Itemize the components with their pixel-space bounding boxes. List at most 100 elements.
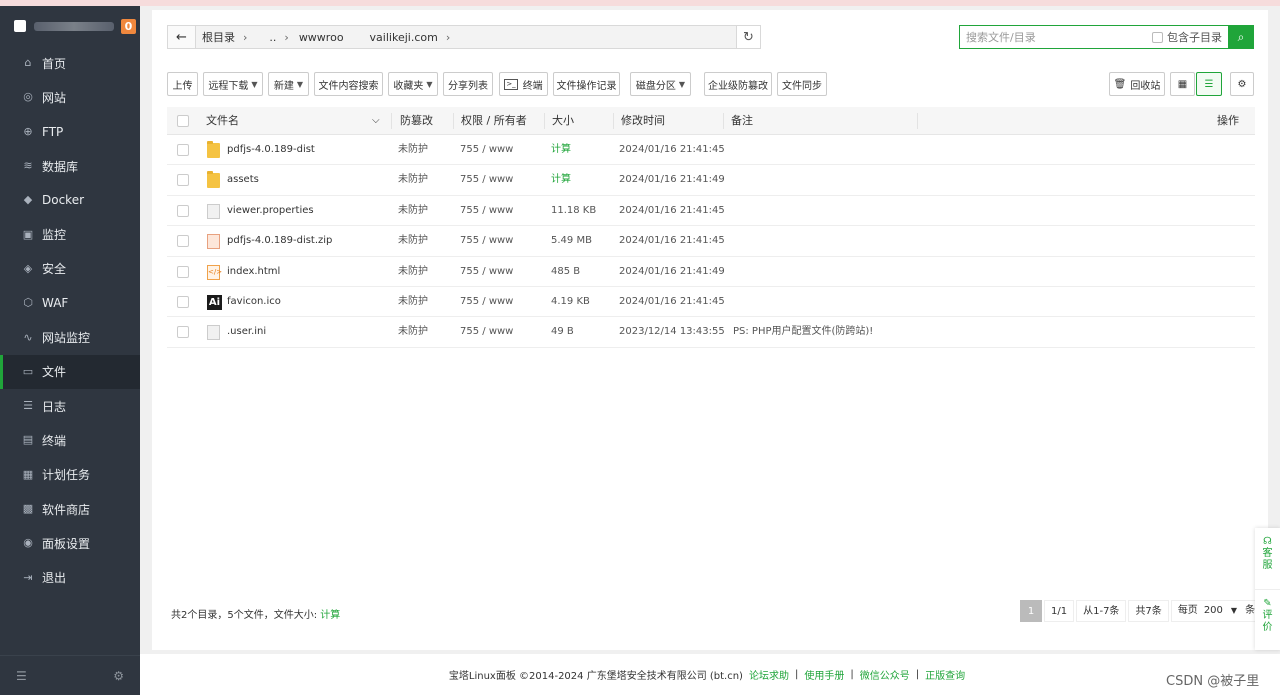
table-row[interactable]: assets 未防护 755 / www 计算 2024/01/16 21:41:49 [167, 165, 1255, 196]
file-name[interactable]: .user.ini [227, 317, 266, 347]
settings-button[interactable]: ⚙ [1230, 72, 1254, 96]
sidebar-item-5[interactable]: ▣ 监控 [0, 217, 140, 251]
permission[interactable]: 755 / www [460, 257, 513, 287]
checkbox[interactable] [1152, 31, 1163, 43]
sidebar-item-8[interactable]: ∿ 网站监控 [0, 320, 140, 354]
sidebar-item-15[interactable]: ⇥ 退出 [0, 560, 140, 594]
header-size[interactable]: 大小 [552, 107, 574, 135]
file-size[interactable]: 计算 [551, 135, 571, 165]
sidebar-item-1[interactable]: ◎ 网站 [0, 80, 140, 114]
gear-icon[interactable]: ⚙ [113, 669, 124, 683]
terminal-button[interactable]: >_ 终端 [499, 72, 548, 96]
sidebar-item-12[interactable]: ▦ 计划任务 [0, 458, 140, 492]
notification-badge[interactable]: 0 [121, 19, 136, 34]
floating-service: ☊ 客 服 ✎ 评 价 [1255, 528, 1280, 650]
tamper-proof-button[interactable]: 企业级防篡改 [704, 72, 772, 96]
sidebar-item-label: 安全 [42, 262, 67, 277]
content-search-button[interactable]: 文件内容搜索 [314, 72, 383, 96]
remote-download-button[interactable]: 远程下载 ▼ [203, 72, 263, 96]
favorites-button[interactable]: 收藏夹 ▼ [388, 72, 438, 96]
tamper-status[interactable]: 未防护 [398, 226, 428, 256]
review-button[interactable]: ✎ 评 价 [1255, 589, 1280, 650]
breadcrumb-seg3[interactable]: vailikeji.com › [370, 31, 451, 44]
file-name[interactable]: viewer.properties [227, 196, 314, 226]
page-current[interactable]: 1 [1020, 600, 1042, 622]
disk-partition-button[interactable]: 磁盘分区 ▼ [630, 72, 691, 96]
table-row[interactable]: Ai favicon.ico 未防护 755 / www 4.19 KB 2024/01/… [167, 287, 1255, 318]
row-checkbox[interactable] [177, 326, 189, 339]
row-checkbox[interactable] [177, 235, 189, 248]
permission[interactable]: 755 / www [460, 196, 513, 226]
chevron-down-icon[interactable]: ⌵ [372, 107, 380, 135]
search-input[interactable] [960, 27, 1150, 47]
permission[interactable]: 755 / www [460, 165, 513, 195]
table-row[interactable]: viewer.properties 未防护 755 / www 11.18 KB 202… [167, 196, 1255, 227]
calc-size-link[interactable]: 计算 [320, 610, 340, 621]
table-row[interactable]: pdfjs-4.0.189-dist 未防护 755 / www 计算 2024/01/… [167, 135, 1255, 166]
tamper-status[interactable]: 未防护 [398, 196, 428, 226]
row-checkbox[interactable] [177, 174, 189, 187]
path-bar[interactable]: ← 根目录 › .. › wwwroo vailikeji.com › ↻ [167, 25, 761, 49]
sidebar-item-13[interactable]: ▩ 软件商店 [0, 492, 140, 526]
list-view-button[interactable]: ☰ [1196, 72, 1222, 96]
sidebar-item-4[interactable]: ◆ Docker [0, 183, 140, 217]
file-name[interactable]: index.html [227, 257, 280, 287]
forum-link[interactable]: 论坛求助 [749, 667, 789, 682]
sidebar-item-7[interactable]: ⬡ WAF [0, 286, 140, 320]
license-link[interactable]: 正版查询 [925, 667, 965, 682]
share-list-button[interactable]: 分享列表 [443, 72, 493, 96]
operation-log-button[interactable]: 文件操作记录 [553, 72, 620, 96]
sidebar-item-6[interactable]: ◈ 安全 [0, 252, 140, 286]
file-size[interactable]: 计算 [551, 165, 571, 195]
permission[interactable]: 755 / www [460, 135, 513, 165]
breadcrumb-root[interactable]: 根目录 › [202, 29, 247, 45]
back-arrow-icon[interactable]: ← [168, 26, 196, 48]
customer-service-button[interactable]: ☊ 客 服 [1255, 528, 1280, 589]
header-mtime[interactable]: 修改时间 [621, 107, 665, 135]
sidebar-item-0[interactable]: ⌂ 首页 [0, 46, 140, 80]
header-perm: 权限 / 所有者 [461, 114, 527, 127]
file-name[interactable]: pdfjs-4.0.189-dist [227, 135, 315, 165]
per-page-select[interactable]: 每页 200 ▼ 条 [1170, 600, 1263, 622]
table-row[interactable]: pdfjs-4.0.189-dist.zip 未防护 755 / www 5.49 M… [167, 226, 1255, 257]
manual-link[interactable]: 使用手册 [804, 667, 844, 682]
recycle-bin-button[interactable]: 🗑 回收站 [1109, 72, 1165, 96]
upload-button[interactable]: 上传 [167, 72, 198, 96]
tamper-status[interactable]: 未防护 [398, 317, 428, 347]
tamper-status[interactable]: 未防护 [398, 135, 428, 165]
tamper-status[interactable]: 未防护 [398, 165, 428, 195]
header-name[interactable]: 文件名 [206, 107, 239, 135]
sidebar-item-11[interactable]: ▤ 终端 [0, 423, 140, 457]
breadcrumb-seg1[interactable]: .. › [269, 31, 288, 44]
refresh-icon[interactable]: ↻ [736, 26, 760, 48]
table-row[interactable]: .user.ini 未防护 755 / www 49 B 2023/12/14 13:4… [167, 317, 1255, 348]
row-checkbox[interactable] [177, 265, 189, 278]
row-checkbox[interactable] [177, 295, 189, 308]
permission[interactable]: 755 / www [460, 287, 513, 317]
permission[interactable]: 755 / www [460, 317, 513, 347]
permission[interactable]: 755 / www [460, 226, 513, 256]
file-name[interactable]: favicon.ico [227, 287, 281, 317]
wechat-link[interactable]: 微信公众号 [860, 667, 910, 682]
remark[interactable]: PS: PHP用户配置文件(防跨站)! [733, 317, 873, 347]
file-name[interactable]: assets [227, 165, 259, 195]
tamper-status[interactable]: 未防护 [398, 257, 428, 287]
file-name[interactable]: pdfjs-4.0.189-dist.zip [227, 226, 332, 256]
new-button[interactable]: 新建 ▼ [268, 72, 309, 96]
include-subdir-toggle[interactable]: 包含子目录 [1152, 29, 1222, 45]
sidebar-item-2[interactable]: ⊕ FTP [0, 115, 140, 149]
file-sync-button[interactable]: 文件同步 [777, 72, 827, 96]
table-row[interactable]: </> index.html 未防护 755 / www 485 B 2024/01/16… [167, 257, 1255, 287]
row-checkbox[interactable] [177, 144, 189, 156]
grid-view-button[interactable]: ▦ [1170, 72, 1195, 96]
sidebar-item-3[interactable]: ≋ 数据库 [0, 149, 140, 183]
sidebar-item-10[interactable]: ☰ 日志 [0, 389, 140, 423]
row-checkbox[interactable] [177, 204, 189, 217]
sidebar-item-9[interactable]: ▭ 文件 [0, 354, 140, 390]
collapse-icon[interactable]: ☰ [16, 669, 27, 683]
search-icon[interactable]: ⌕ [1228, 25, 1254, 49]
tamper-status[interactable]: 未防护 [398, 287, 428, 317]
sidebar-item-14[interactable]: ◉ 面板设置 [0, 526, 140, 560]
breadcrumb-seg2[interactable]: wwwroo [299, 31, 344, 44]
select-all-checkbox[interactable] [177, 115, 189, 127]
